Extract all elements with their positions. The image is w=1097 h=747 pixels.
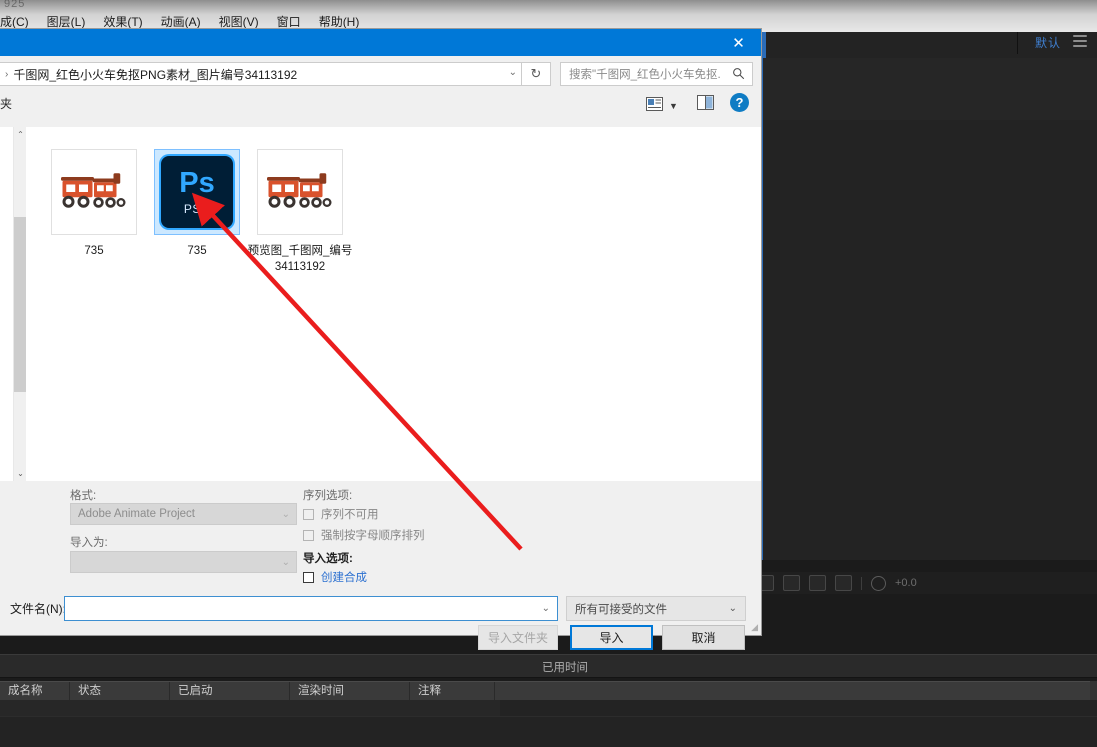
app-title: 925 <box>4 0 26 10</box>
view-mode-icon[interactable] <box>646 97 663 111</box>
filename-label: 文件名(N): <box>10 602 66 616</box>
list-item[interactable]: 735 <box>38 149 150 260</box>
menu-item-view[interactable]: 视图(V) <box>210 13 268 30</box>
sequence-options-label: 序列选项: <box>303 490 353 502</box>
file-list: 735 Ps PSD 735 预览图_千图网_编号34113192 <box>26 127 761 481</box>
chevron-right-icon: › <box>5 68 9 80</box>
address-row: › 千图网_红色小火车免抠PNG素材_图片编号34113192 ⌄ ↻ 搜索"千… <box>0 56 761 90</box>
import-options-label: 导入选项: <box>303 553 353 565</box>
toolbar-divider <box>861 576 862 590</box>
file-thumbnail[interactable] <box>257 149 343 235</box>
train-image-icon <box>61 173 126 208</box>
ae-panel-lower: 从素材 新建合成 <box>763 120 1097 560</box>
hamburger-menu-icon[interactable] <box>1073 35 1087 48</box>
help-icon[interactable]: ? <box>730 93 749 112</box>
photoshop-ext-label: PSD <box>183 201 211 216</box>
force-alpha-order-row[interactable]: 强制按字母顺序排列 <box>303 527 425 543</box>
column-comp-name[interactable]: 成名称 <box>0 682 70 701</box>
file-name-label: 预览图_千图网_编号34113192 <box>247 245 353 273</box>
render-queue-header: 成名称 状态 已启动 渲染时间 注释 <box>0 681 1097 701</box>
chevron-down-icon[interactable]: ⌄ <box>729 603 737 614</box>
search-icon <box>733 68 745 80</box>
file-thumbnail-selected[interactable]: Ps PSD <box>154 149 240 235</box>
checkbox-sequence-unavailable[interactable] <box>303 508 314 520</box>
create-composition-row[interactable]: 创建合成 <box>303 569 367 585</box>
import-dialog: ✕ › 千图网_红色小火车免抠PNG素材_图片编号34113192 ⌄ ↻ 搜索… <box>0 29 761 650</box>
close-icon[interactable]: ✕ <box>716 29 761 56</box>
motion-blur-icon[interactable] <box>809 575 826 591</box>
render-queue-elapsed-bar: 已用时间 <box>0 654 1097 678</box>
render-queue-rule <box>0 716 1097 717</box>
app-menubar: 925 成(C) 图层(L) 效果(T) 动画(A) 视图(V) 窗口 帮助(H… <box>0 0 1097 32</box>
chevron-down-icon: ⌄ <box>281 508 290 520</box>
address-bar[interactable]: › 千图网_红色小火车免抠PNG素材_图片编号34113192 ⌄ <box>0 62 522 86</box>
dialog-titlebar[interactable]: ✕ <box>0 29 761 56</box>
menu-item-composition[interactable]: 成(C) <box>0 13 38 30</box>
breadcrumb[interactable]: 千图网_红色小火车免抠PNG素材_图片编号34113192 <box>13 66 297 83</box>
file-thumbnail[interactable] <box>51 149 137 235</box>
list-item[interactable]: Ps PSD 735 <box>141 149 253 260</box>
format-value: Adobe Animate Project <box>78 508 195 520</box>
workspace-divider <box>1017 30 1018 54</box>
ae-tool-row: +0.0 <box>745 572 1097 594</box>
format-label: 格式: <box>70 490 97 502</box>
elapsed-time-label: 已用时间 <box>542 662 588 674</box>
photoshop-file-icon: Ps PSD <box>161 156 233 228</box>
refresh-icon[interactable]: ↻ <box>522 62 551 86</box>
filetype-select[interactable]: 所有可接受的文件 ⌄ <box>566 596 746 621</box>
column-render-time[interactable]: 渲染时间 <box>290 682 410 701</box>
chevron-down-icon: ⌄ <box>281 556 290 568</box>
menu-item-window[interactable]: 窗口 <box>268 13 310 30</box>
search-input[interactable]: 搜索"千图网_红色小火车免抠... <box>560 62 753 86</box>
file-name-label: 735 <box>187 245 207 257</box>
sequence-unavailable-row[interactable]: 序列不可用 <box>303 506 379 522</box>
import-as-select[interactable]: ⌄ <box>70 551 297 573</box>
chevron-down-icon[interactable]: ▼ <box>669 101 678 111</box>
photoshop-ps-label: Ps <box>179 166 215 199</box>
menu-item-effect[interactable]: 效果(T) <box>94 13 151 30</box>
toolbar-value[interactable]: +0.0 <box>895 577 917 589</box>
render-queue-body <box>0 700 1097 747</box>
import-button[interactable]: 导入 <box>570 625 653 650</box>
nav-scrollbar[interactable]: ⌃ ⌄ <box>13 127 27 481</box>
create-composition-label: 创建合成 <box>321 572 367 584</box>
ae-panel-upper <box>763 58 1097 121</box>
preview-pane-icon[interactable] <box>697 95 714 110</box>
graph-editor-icon[interactable] <box>835 575 852 591</box>
workspace-label[interactable]: 默认 <box>1035 34 1061 51</box>
train-image-icon <box>267 173 332 208</box>
resize-grip[interactable]: ◢ <box>751 622 758 633</box>
file-name-label: 735 <box>84 245 104 257</box>
new-folder-button[interactable]: 件夹 <box>0 95 12 112</box>
filename-row: 文件名(N): ⌄ 所有可接受的文件 ⌄ <box>0 589 761 629</box>
import-options-area: 格式: Adobe Animate Project ⌄ 导入为: ⌄ 序列选项:… <box>26 481 761 589</box>
cancel-button[interactable]: 取消 <box>662 625 745 650</box>
import-as-label: 导入为: <box>70 537 108 549</box>
render-queue-right-cap <box>1090 681 1097 700</box>
frame-blend-icon[interactable] <box>783 575 800 591</box>
chevron-down-icon[interactable]: ⌄ <box>542 603 550 614</box>
list-item[interactable]: 预览图_千图网_编号34113192 <box>244 149 356 275</box>
filename-input[interactable]: ⌄ <box>64 596 558 621</box>
import-folder-button[interactable]: 导入文件夹 <box>478 625 558 650</box>
checkbox-create-composition[interactable] <box>303 571 314 583</box>
force-alpha-order-label: 强制按字母顺序排列 <box>321 530 425 542</box>
render-queue-empty-row <box>0 700 500 716</box>
column-comment[interactable]: 注释 <box>410 682 495 701</box>
filetype-value: 所有可接受的文件 <box>575 603 667 616</box>
column-started[interactable]: 已启动 <box>170 682 290 701</box>
menu-item-help[interactable]: 帮助(H) <box>310 13 369 30</box>
column-status[interactable]: 状态 <box>70 682 170 701</box>
search-placeholder: 搜索"千图网_红色小火车免抠... <box>569 69 721 81</box>
menu-item-animation[interactable]: 动画(A) <box>152 13 210 30</box>
command-bar: 件夹 ▼ ? <box>0 90 761 128</box>
checkbox-force-alpha-order[interactable] <box>303 529 314 541</box>
format-select[interactable]: Adobe Animate Project ⌄ <box>70 503 297 525</box>
snapping-icon[interactable] <box>871 575 886 591</box>
chevron-down-icon[interactable]: ⌄ <box>509 67 517 78</box>
sequence-unavailable-label: 序列不可用 <box>321 509 379 521</box>
menu-item-layer[interactable]: 图层(L) <box>38 13 95 30</box>
